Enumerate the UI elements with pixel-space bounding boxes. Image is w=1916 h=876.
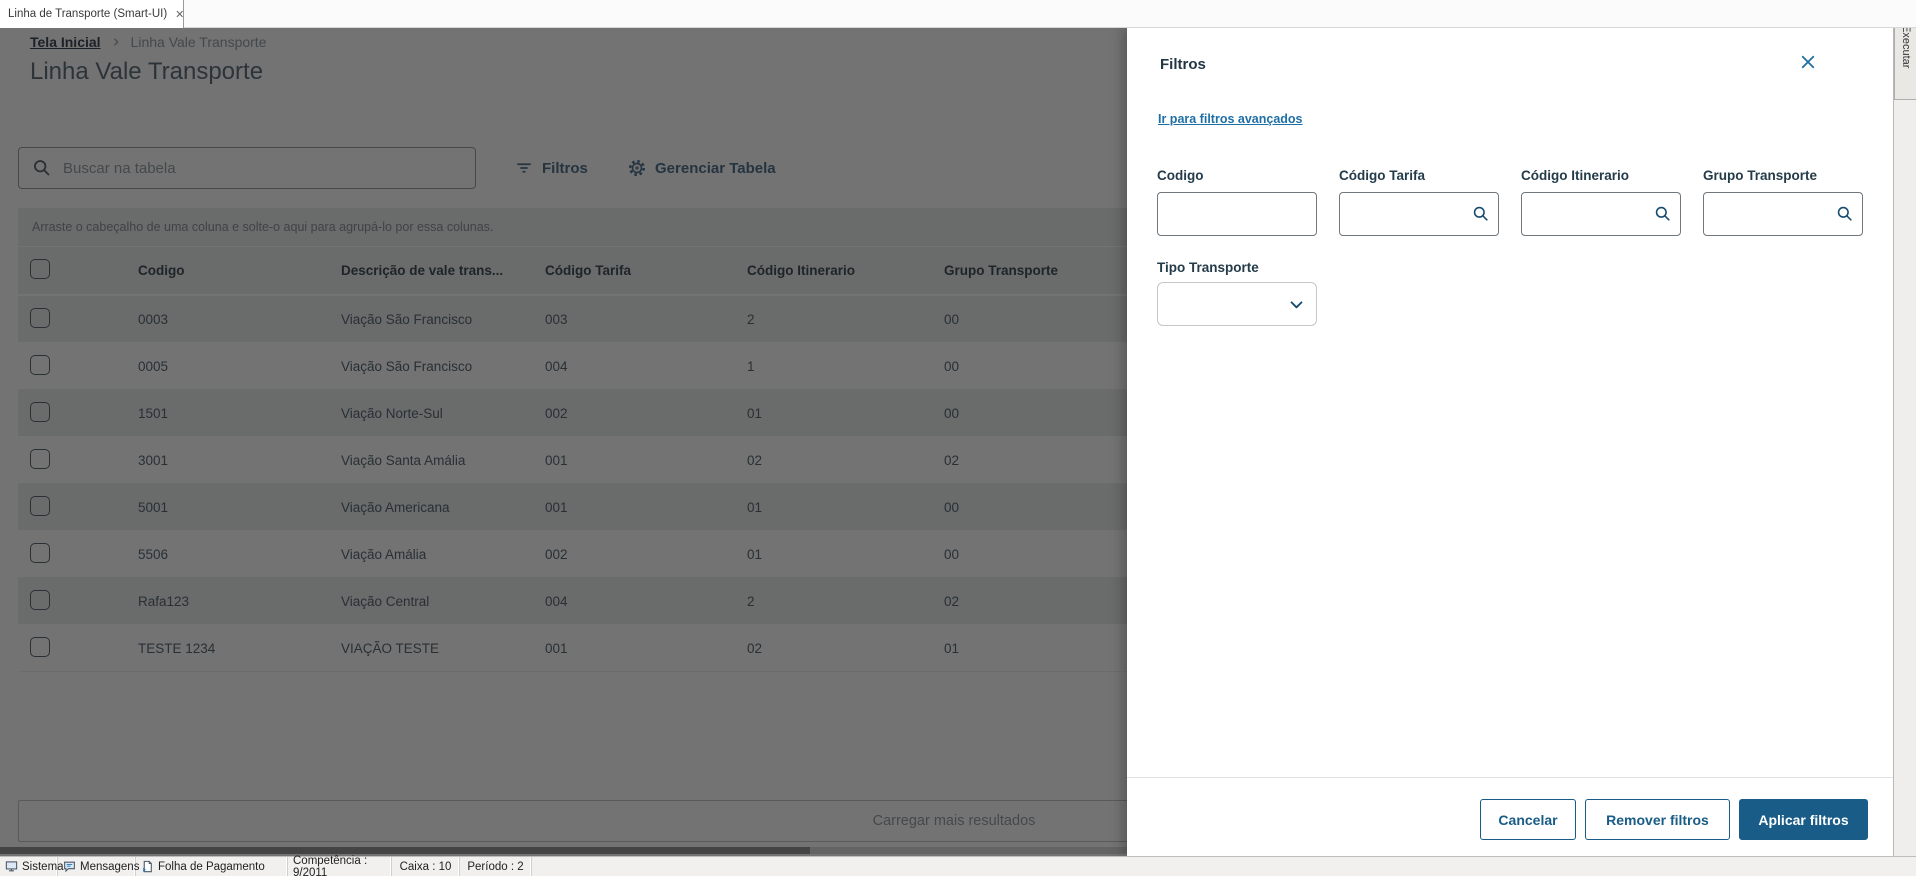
filter-panel-footer: Cancelar Remover filtros Aplicar filtros — [1127, 799, 1893, 840]
statusbar-competencia: Competência : 9/2011 — [288, 857, 392, 876]
filter-fields: Codigo Código Tarifa Código Itinerario Grup… — [1157, 168, 1863, 236]
document-icon — [141, 860, 154, 873]
statusbar-caixa: Caixa : 10 — [392, 857, 460, 876]
tab-linha-de-transporte[interactable]: Linha de Transporte (Smart-UI) ✕ — [0, 0, 184, 28]
advanced-filters-link[interactable]: Ir para filtros avançados — [1158, 112, 1303, 126]
right-dock-strip: Executar — [1893, 0, 1916, 856]
statusbar-folha-pagamento-button[interactable]: Folha de Pagamento — [136, 857, 288, 876]
filter-field-label: Código Tarifa — [1339, 168, 1499, 183]
filter-field-label: Código Itinerario — [1521, 168, 1681, 183]
tipo-transporte-select[interactable] — [1157, 282, 1317, 326]
filter-panel-title: Filtros — [1160, 56, 1206, 73]
filter-input-grupo-transporte[interactable] — [1703, 192, 1863, 236]
tab-close-icon[interactable]: ✕ — [173, 8, 186, 21]
filter-input-codigo[interactable] — [1157, 192, 1317, 236]
aplicar-filtros-button[interactable]: Aplicar filtros — [1739, 799, 1868, 840]
message-icon — [63, 860, 76, 873]
content-area: Tela Inicial Linha Vale Transporte Linha… — [0, 28, 1893, 856]
status-bar: Sistema Mensagens Folha de Pagamento Com… — [0, 856, 1916, 876]
executar-tab-label: Executar — [1900, 25, 1912, 68]
statusbar-periodo-label: Período : 2 — [467, 861, 523, 873]
statusbar-periodo: Período : 2 — [460, 857, 532, 876]
statusbar-mensagens-label: Mensagens — [80, 861, 139, 873]
remover-filtros-button[interactable]: Remover filtros — [1585, 799, 1730, 840]
statusbar-competencia-label: Competência : 9/2011 — [293, 855, 386, 876]
close-icon[interactable] — [1799, 53, 1817, 71]
filter-field-codigo-itinerario: Código Itinerario — [1521, 168, 1681, 236]
tipo-transporte-label: Tipo Transporte — [1157, 260, 1259, 275]
statusbar-mensagens-button[interactable]: Mensagens — [58, 857, 136, 876]
chevron-down-icon — [1288, 296, 1305, 313]
tab-bar: Linha de Transporte (Smart-UI) ✕ — [0, 0, 1916, 28]
filter-field-label: Codigo — [1157, 168, 1317, 183]
tab-title: Linha de Transporte (Smart-UI) — [8, 8, 167, 20]
filter-panel: Filtros Ir para filtros avançados Codigo… — [1127, 28, 1893, 856]
filter-field-codigo: Codigo — [1157, 168, 1317, 236]
statusbar-folha-pagamento-label: Folha de Pagamento — [158, 861, 265, 873]
filter-input-codigo-itinerario[interactable] — [1521, 192, 1681, 236]
filter-input-codigo-tarifa[interactable] — [1339, 192, 1499, 236]
modal-backdrop — [0, 28, 1127, 856]
filter-field-label: Grupo Transporte — [1703, 168, 1863, 183]
cancelar-button[interactable]: Cancelar — [1480, 799, 1576, 840]
app-window: Linha de Transporte (Smart-UI) ✕ Tela In… — [0, 0, 1916, 876]
monitor-icon — [5, 860, 18, 873]
footer-divider — [1127, 777, 1893, 778]
statusbar-caixa-label: Caixa : 10 — [400, 861, 452, 873]
statusbar-sistema-button[interactable]: Sistema — [0, 857, 58, 876]
filter-field-grupo-transporte: Grupo Transporte — [1703, 168, 1863, 236]
filter-field-codigo-tarifa: Código Tarifa — [1339, 168, 1499, 236]
